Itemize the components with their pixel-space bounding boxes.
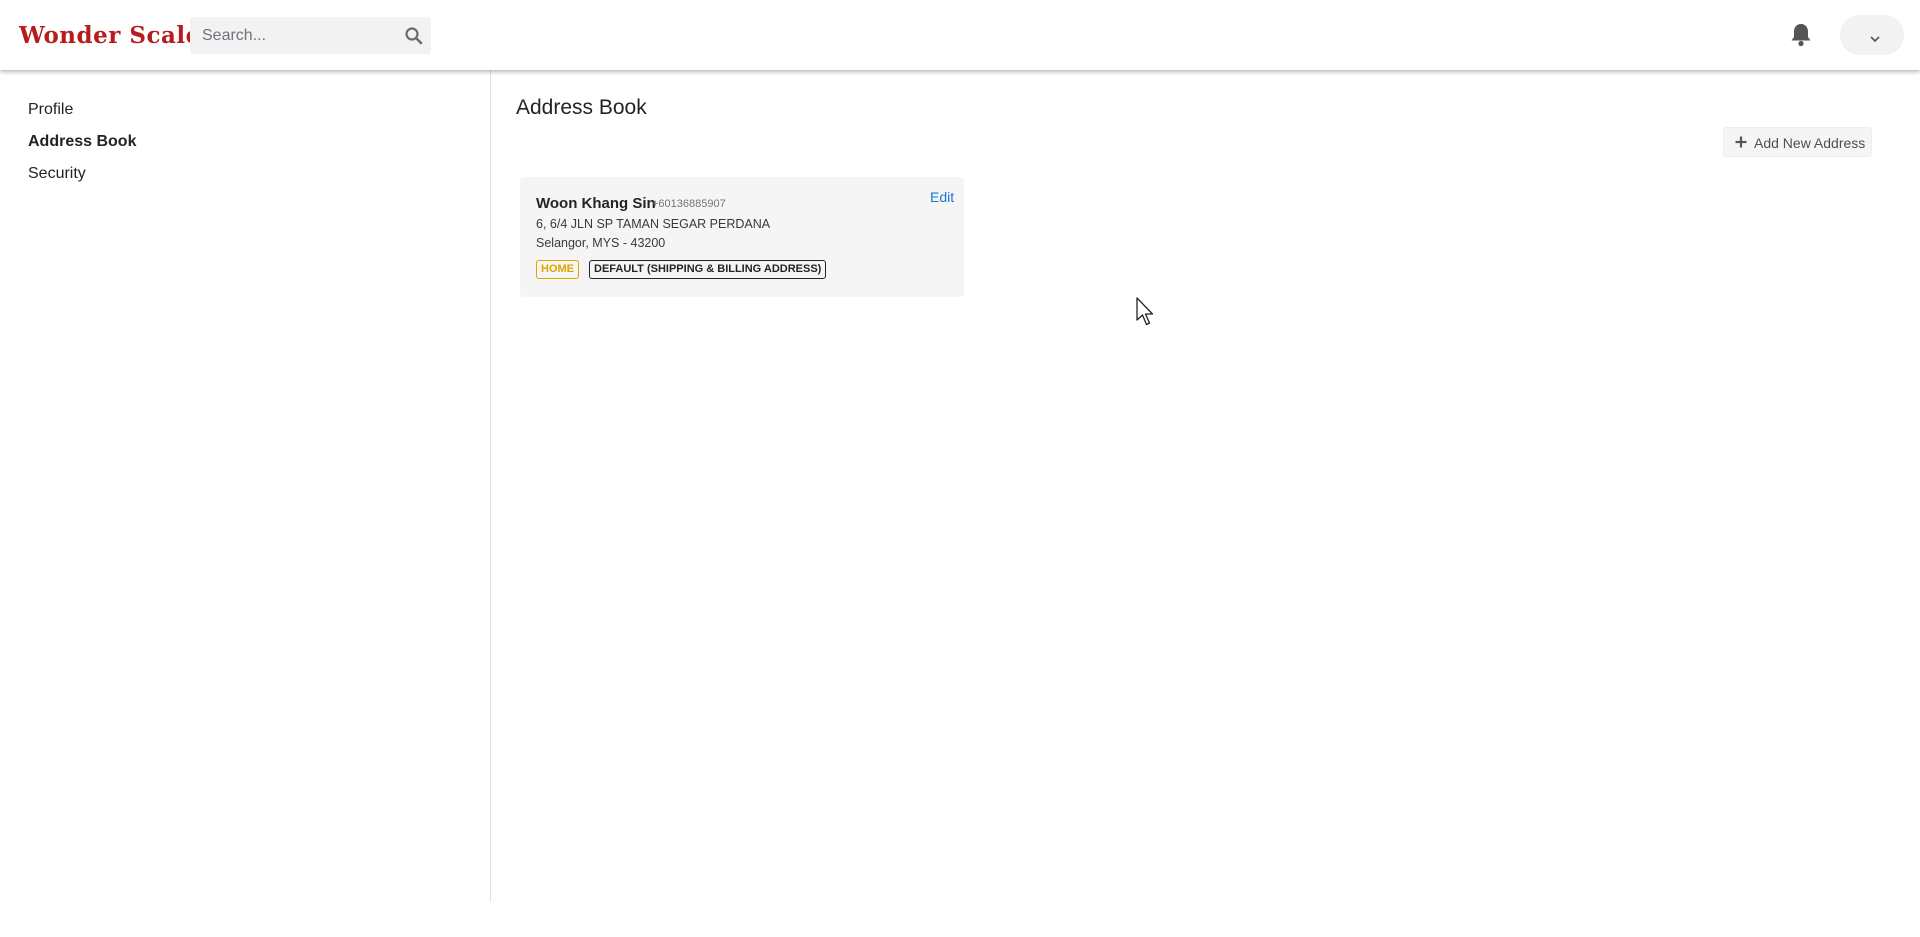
add-new-address-button[interactable]: Add New Address xyxy=(1723,127,1872,157)
address-card: Woon Khang Sin +60136885907 6, 6/4 JLN S… xyxy=(520,177,964,297)
sidebar-item-profile[interactable]: Profile xyxy=(28,101,73,119)
edit-address-link[interactable]: Edit xyxy=(930,189,954,205)
home-tag-badge: HOME xyxy=(536,260,579,279)
sidebar-item-security[interactable]: Security xyxy=(28,165,86,183)
sidebar-item-address-book[interactable]: Address Book xyxy=(28,133,136,151)
top-navbar: Wonder Scale xyxy=(0,0,1920,70)
chevron-down-icon xyxy=(1869,31,1881,43)
mouse-pointer-icon xyxy=(1136,297,1156,327)
default-address-badge: DEFAULT (SHIPPING & BILLING ADDRESS) xyxy=(589,260,827,279)
search-input[interactable] xyxy=(190,17,390,54)
add-new-address-label: Add New Address xyxy=(1754,135,1866,151)
address-line-2: Selangor, MYS - 43200 xyxy=(536,236,666,250)
bell-icon[interactable] xyxy=(1789,22,1813,48)
page-title: Address Book xyxy=(516,96,647,119)
main-content: Address Book Add New Address Woon Khang … xyxy=(492,70,1920,902)
plus-icon xyxy=(1734,135,1748,149)
address-name: Woon Khang Sin xyxy=(536,195,656,212)
brand-logo[interactable]: Wonder Scale xyxy=(19,22,201,49)
account-sidebar: Profile Address Book Security xyxy=(0,70,491,902)
address-line-1: 6, 6/4 JLN SP TAMAN SEGAR PERDANA xyxy=(536,217,771,231)
search-icon[interactable] xyxy=(403,25,425,47)
search-box xyxy=(190,17,431,54)
address-phone: +60136885907 xyxy=(652,198,726,210)
user-menu-button[interactable] xyxy=(1840,15,1904,55)
